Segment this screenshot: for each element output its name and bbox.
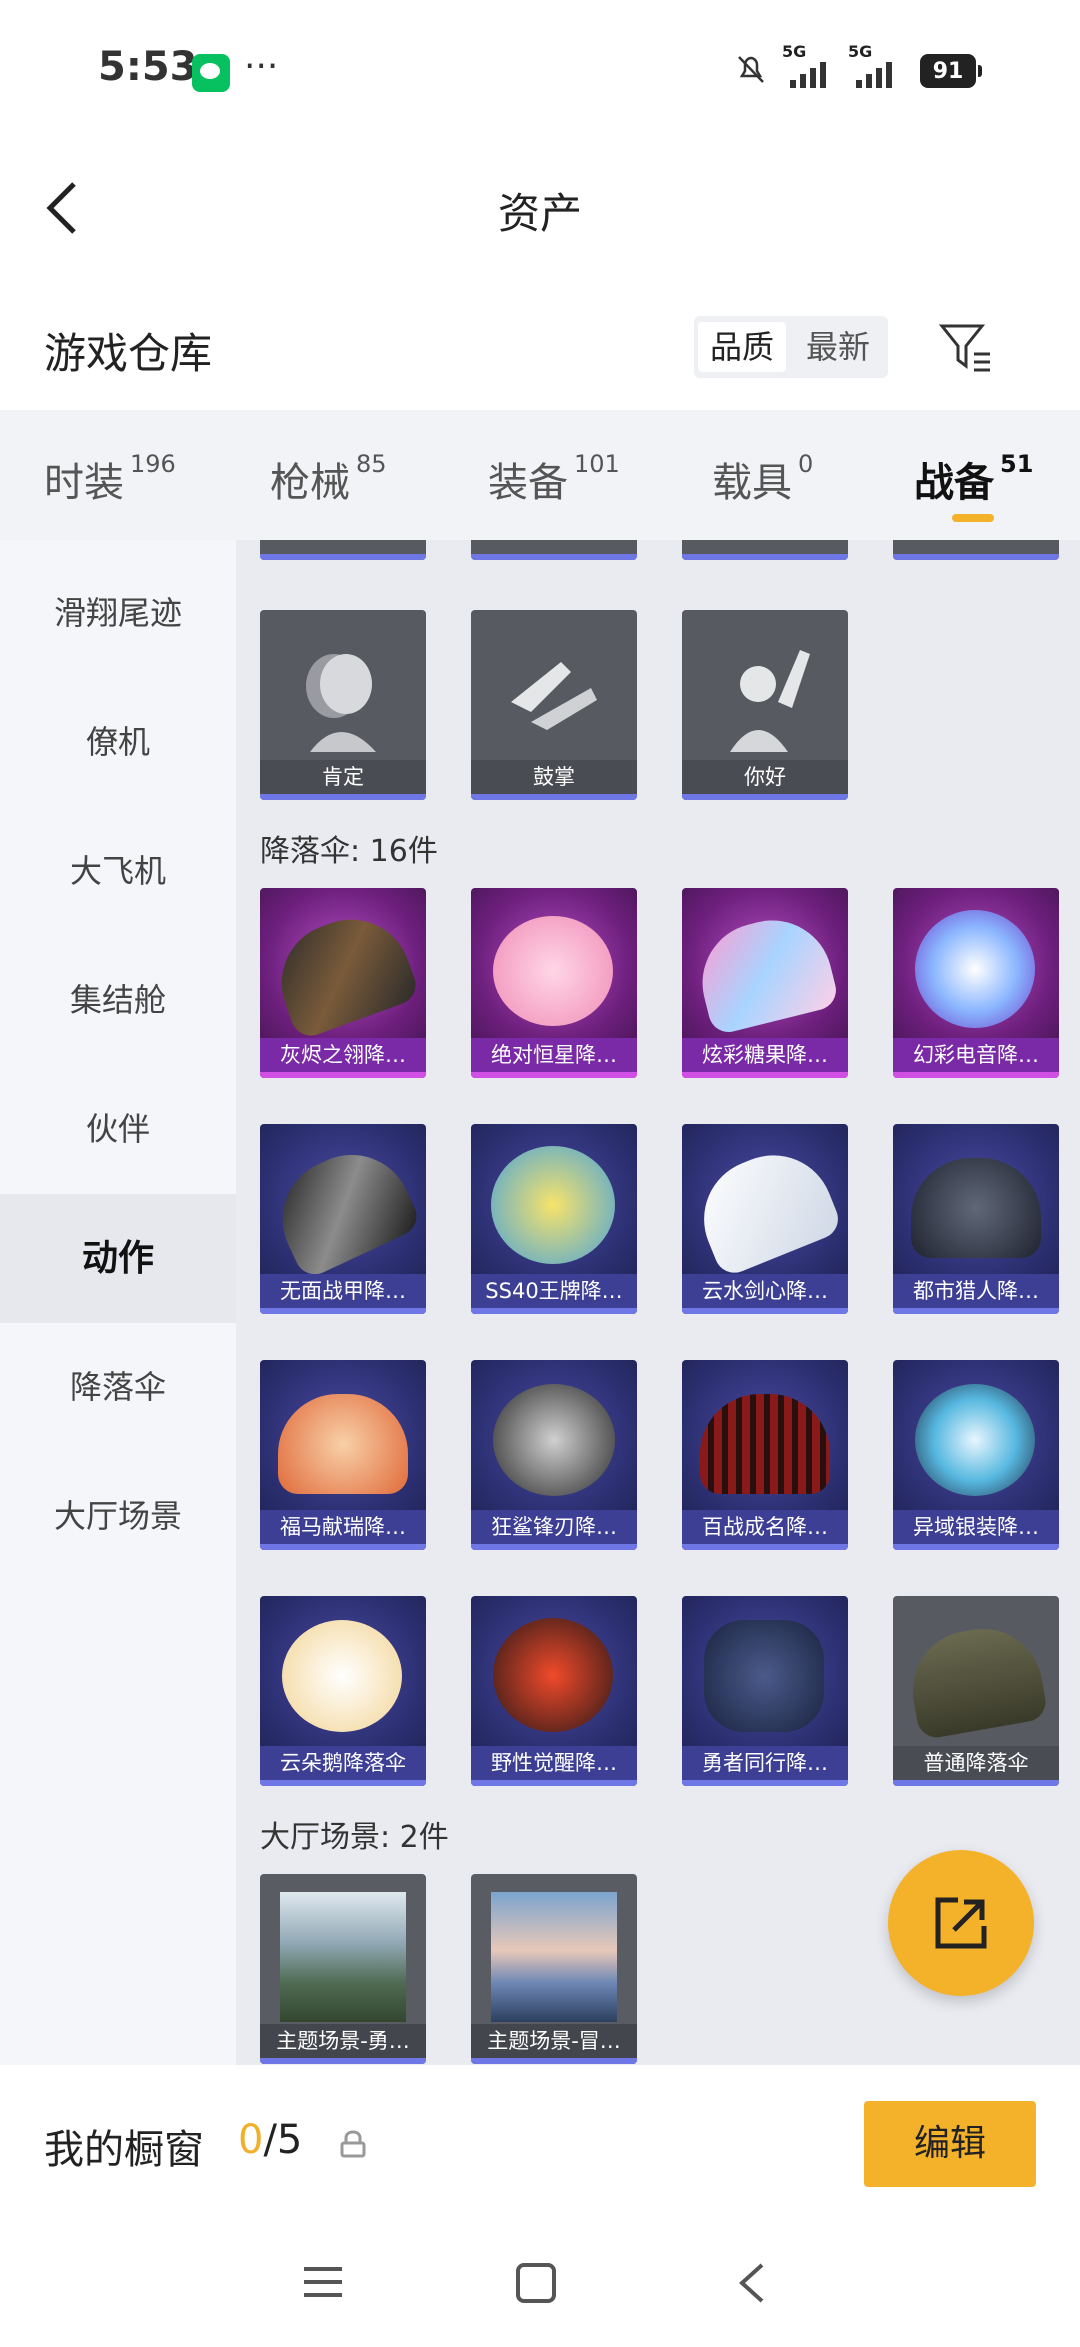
item-card[interactable]: 你好 [682, 610, 848, 800]
item-name: 主题场景-冒… [471, 2024, 637, 2058]
subcategory-nav: 滑翔尾迹 僚机 大飞机 集结舱 伙伴 动作 降落伞 大厅场景 [0, 540, 236, 2065]
tab-vehicles[interactable]: 载具 0 [712, 450, 813, 508]
home-icon[interactable] [514, 2261, 558, 2305]
item-card[interactable]: 肯定 [260, 610, 426, 800]
item-card[interactable]: 云朵鹅降落伞 [260, 1596, 426, 1786]
lock-icon [340, 2130, 366, 2158]
sort-latest-button[interactable]: 最新 [794, 322, 882, 372]
item-card[interactable]: 绝对恒星降… [471, 888, 637, 1078]
signal-icon-2: 5G [848, 42, 908, 88]
item-card[interactable] [893, 540, 1059, 560]
nod-icon [306, 654, 376, 752]
battery-icon: 91 [920, 54, 982, 88]
item-name: 灰烬之翎降… [260, 1038, 426, 1072]
item-name: 肯定 [260, 760, 426, 794]
menu-icon[interactable] [302, 2261, 344, 2303]
item-card[interactable]: 无面战甲降… [260, 1124, 426, 1314]
clap-icon [511, 662, 597, 730]
item-card[interactable]: 福马献瑞降… [260, 1360, 426, 1550]
share-button[interactable] [888, 1850, 1034, 1996]
item-name: 你好 [682, 760, 848, 794]
item-card[interactable]: 狂鲨锋刃降… [471, 1360, 637, 1550]
item-card[interactable]: 炫彩糖果降… [682, 888, 848, 1078]
item-name: 都市猎人降… [893, 1274, 1059, 1308]
item-name: 鼓掌 [471, 760, 637, 794]
item-name: 福马献瑞降… [260, 1510, 426, 1544]
tab-fashion[interactable]: 时装 196 [44, 450, 176, 508]
item-card[interactable]: 云水剑心降… [682, 1124, 848, 1314]
active-tab-indicator [952, 514, 994, 522]
showcase-title: 我的橱窗 [44, 2127, 204, 2173]
item-card[interactable]: 勇者同行降… [682, 1596, 848, 1786]
item-grid: 肯定 鼓掌 你好 降落伞: 16件 灰烬之翎降… 绝对恒星降… 炫彩糖果降… 幻… [236, 540, 1080, 2065]
nav-assembly-pod[interactable]: 集结舱 [0, 936, 236, 1065]
app-header: 资产 [0, 140, 1080, 280]
item-card[interactable]: 都市猎人降… [893, 1124, 1059, 1314]
edit-button[interactable]: 编辑 [864, 2101, 1036, 2187]
item-name: 异域银装降… [893, 1510, 1059, 1544]
item-name: 百战成名降… [682, 1510, 848, 1544]
item-name: 主题场景-勇… [260, 2024, 426, 2058]
item-name: 炫彩糖果降… [682, 1038, 848, 1072]
sort-quality-button[interactable]: 品质 [698, 322, 787, 372]
nav-emotes[interactable]: 动作 [0, 1194, 236, 1323]
filter-icon[interactable] [938, 320, 994, 376]
signal-icon: 5G [782, 42, 842, 88]
nav-glide-trail[interactable]: 滑翔尾迹 [0, 549, 236, 678]
item-card[interactable]: 鼓掌 [471, 610, 637, 800]
tab-equipment[interactable]: 装备 101 [488, 450, 620, 508]
nav-parachute[interactable]: 降落伞 [0, 1323, 236, 1452]
mute-bell-icon [738, 56, 764, 83]
item-card[interactable]: 异域银装降… [893, 1360, 1059, 1550]
more-notifications-icon: ··· [244, 46, 279, 87]
warehouse-header: 游戏仓库 品质 最新 [0, 280, 1080, 410]
item-card[interactable]: 普通降落伞 [893, 1596, 1059, 1786]
item-card[interactable]: 主题场景-冒… [471, 1874, 637, 2064]
item-name: 勇者同行降… [682, 1746, 848, 1780]
item-card[interactable]: 百战成名降… [682, 1360, 848, 1550]
item-card[interactable]: 野性觉醒降… [471, 1596, 637, 1786]
page-title: 资产 [497, 189, 582, 238]
share-icon [935, 1897, 987, 1949]
scene-thumbnail [280, 1892, 406, 2022]
tab-guns[interactable]: 枪械 85 [270, 450, 387, 508]
parachute-section-heading: 降落伞: 16件 [260, 834, 438, 869]
item-name: 野性觉醒降… [471, 1746, 637, 1780]
warehouse-title: 游戏仓库 [44, 329, 213, 378]
item-card[interactable] [682, 540, 848, 560]
lobby-section-heading: 大厅场景: 2件 [260, 1820, 449, 1855]
item-card[interactable]: 灰烬之翎降… [260, 888, 426, 1078]
nav-wingman[interactable]: 僚机 [0, 678, 236, 807]
sort-toggle: 品质 最新 [694, 316, 888, 378]
item-card[interactable]: SS40王牌降… [471, 1124, 637, 1314]
wave-icon [730, 650, 810, 752]
item-card[interactable]: 主题场景-勇… [260, 1874, 426, 2064]
tab-combat-prep[interactable]: 战备 51 [914, 450, 1033, 508]
item-name: 云水剑心降… [682, 1274, 848, 1308]
nav-lobby-scene[interactable]: 大厅场景 [0, 1452, 236, 1581]
status-bar: 5:53 ··· 5G 5G 91 [0, 0, 1080, 140]
item-card[interactable] [471, 540, 637, 560]
system-nav-bar [0, 2225, 1080, 2347]
nav-companion[interactable]: 伙伴 [0, 1065, 236, 1194]
item-name: 无面战甲降… [260, 1274, 426, 1308]
category-tabs: 时装 196 枪械 85 装备 101 载具 0 战备 51 [0, 410, 1080, 540]
item-name: 普通降落伞 [893, 1746, 1059, 1780]
nav-big-plane[interactable]: 大飞机 [0, 807, 236, 936]
item-name: 云朵鹅降落伞 [260, 1746, 426, 1780]
showcase-count: 0/5 [238, 2117, 303, 2163]
showcase-bar: 我的橱窗 0/5 编辑 [0, 2065, 1080, 2225]
item-name: SS40王牌降… [471, 1274, 637, 1308]
clock: 5:53 [98, 44, 198, 90]
scene-thumbnail [491, 1892, 617, 2022]
item-name: 绝对恒星降… [471, 1038, 637, 1072]
item-name: 幻彩电音降… [893, 1038, 1059, 1072]
wechat-icon [192, 54, 230, 92]
back-nav-icon[interactable] [734, 2261, 770, 2305]
item-card[interactable] [260, 540, 426, 560]
item-name: 狂鲨锋刃降… [471, 1510, 637, 1544]
item-card[interactable]: 幻彩电音降… [893, 888, 1059, 1078]
